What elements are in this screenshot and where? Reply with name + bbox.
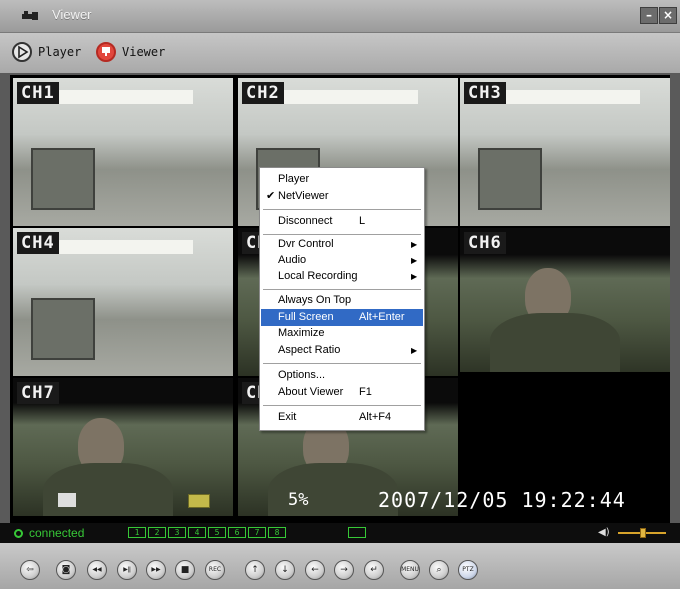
menu-separator <box>263 363 421 364</box>
connection-icon <box>14 529 23 538</box>
channel-select-2[interactable]: 2 <box>148 527 166 538</box>
osd-datetime: 2007/12/05 19:22:44 <box>378 488 626 512</box>
channel-label: CH7 <box>17 382 59 404</box>
snapshot-button[interactable]: ◙ <box>56 560 76 580</box>
channel-select-1[interactable]: 1 <box>128 527 146 538</box>
menu-item-label: Aspect Ratio <box>278 344 341 356</box>
rewind-button[interactable]: ◀◀ <box>87 560 107 580</box>
menu-item-netviewer[interactable]: ✔ NetViewer <box>261 188 423 205</box>
channel-label: CH3 <box>464 82 506 104</box>
menu-item-disconnect[interactable]: Disconnect L <box>261 213 423 230</box>
menu-item-aspect-ratio[interactable]: Aspect Ratio ▶ <box>261 342 423 359</box>
context-menu: Player ✔ NetViewer Disconnect L Dvr Cont… <box>259 167 425 431</box>
menu-separator <box>263 234 421 235</box>
menu-item-local-recording[interactable]: Local Recording ▶ <box>261 268 423 285</box>
menu-item-label: About Viewer <box>278 386 344 398</box>
channel-6-view[interactable]: CH6 <box>460 228 670 376</box>
ptz-left-button[interactable]: ← <box>305 560 325 580</box>
submenu-arrow-icon: ▶ <box>411 240 418 249</box>
enter-button[interactable]: ↵ <box>364 560 384 580</box>
search-button[interactable]: ⌕ <box>429 560 449 580</box>
channel-3-view[interactable]: CH3 <box>460 78 670 226</box>
camera-icon <box>58 493 76 507</box>
menu-item-label: Dvr Control <box>278 238 334 250</box>
viewer-window: Viewer – × Player Viewer CH1 CH2 CH3 CH4 <box>0 0 680 589</box>
player-mode-label: Player <box>38 45 82 59</box>
osd-overlay: 5% 2007/12/05 19:22:44 <box>10 488 670 516</box>
submenu-arrow-icon: ▶ <box>411 272 418 281</box>
title-bar[interactable]: Viewer – × <box>0 0 680 33</box>
ptz-up-button[interactable]: ↑ <box>245 560 265 580</box>
submenu-arrow-icon: ▶ <box>411 346 418 355</box>
connection-text: connected <box>29 526 85 540</box>
menu-item-shortcut: Alt+F4 <box>359 411 392 423</box>
menu-item-label: Always On Top <box>278 294 352 306</box>
stop-button[interactable]: ■ <box>175 560 195 580</box>
record-button[interactable]: REC <box>205 560 225 580</box>
fast-forward-button[interactable]: ▶▶ <box>146 560 166 580</box>
channel-label: CH1 <box>17 82 59 104</box>
volume-slider-handle[interactable] <box>640 528 646 538</box>
menu-separator <box>263 209 421 210</box>
menu-item-label: Maximize <box>278 327 325 339</box>
playback-controls: ⇦ ◙ ◀◀ ▶ǁ ▶▶ ■ REC ↑ ↓ ← → ↵ MENU ⌕ PTZ <box>0 543 680 589</box>
menu-item-dvr-control[interactable]: Dvr Control ▶ <box>261 236 423 253</box>
menu-item-label: Audio <box>278 254 307 266</box>
channel-select-buttons: 1 2 3 4 5 6 7 8 <box>128 527 286 538</box>
viewer-mode-label: Viewer <box>122 45 166 59</box>
player-mode-icon <box>12 42 32 62</box>
menu-item-shortcut: Alt+Enter <box>359 311 405 323</box>
app-logo-icon <box>22 11 38 20</box>
connection-status: connected <box>14 526 84 540</box>
speaker-icon[interactable]: ◀) <box>598 527 610 538</box>
menu-item-always-on-top[interactable]: Always On Top <box>261 292 423 309</box>
network-icon[interactable] <box>348 527 366 538</box>
channel-select-7[interactable]: 7 <box>248 527 266 538</box>
mode-bar: Player Viewer <box>0 33 680 73</box>
menu-item-full-screen[interactable]: Full Screen Alt+Enter <box>261 309 423 326</box>
checkmark-icon: ✔ <box>266 190 276 202</box>
menu-item-audio[interactable]: Audio ▶ <box>261 252 423 269</box>
menu-button[interactable]: MENU <box>400 560 420 580</box>
menu-separator <box>263 289 421 290</box>
menu-item-label: Exit <box>278 411 297 423</box>
channel-select-6[interactable]: 6 <box>228 527 246 538</box>
menu-separator <box>263 405 421 406</box>
viewer-mode-icon <box>96 42 116 62</box>
ptz-right-button[interactable]: → <box>334 560 354 580</box>
ptz-down-button[interactable]: ↓ <box>275 560 295 580</box>
channel-label: CH6 <box>464 232 506 254</box>
menu-item-label: Full Screen <box>278 311 334 323</box>
play-pause-button[interactable]: ▶ǁ <box>117 560 137 580</box>
back-button[interactable]: ⇦ <box>20 560 40 580</box>
channel-select-3[interactable]: 3 <box>168 527 186 538</box>
channel-select-5[interactable]: 5 <box>208 527 226 538</box>
minimize-button[interactable]: – <box>640 7 658 24</box>
channel-1-view[interactable]: CH1 <box>13 78 233 226</box>
submenu-arrow-icon: ▶ <box>411 256 418 265</box>
channel-select-4[interactable]: 4 <box>188 527 206 538</box>
close-button[interactable]: × <box>659 7 677 24</box>
menu-item-shortcut: F1 <box>359 386 372 398</box>
menu-item-label: Player <box>278 173 310 185</box>
menu-item-about-viewer[interactable]: About Viewer F1 <box>261 384 423 401</box>
status-bar: connected 1 2 3 4 5 6 7 8 ◀) <box>0 523 680 543</box>
menu-item-player[interactable]: Player <box>261 171 423 188</box>
menu-item-label: NetViewer <box>278 190 329 202</box>
menu-item-label: Disconnect <box>278 215 333 227</box>
menu-item-options[interactable]: Options... <box>261 367 423 384</box>
channel-4-view[interactable]: CH4 <box>13 228 233 376</box>
menu-item-shortcut: L <box>359 215 366 227</box>
osd-percent: 5% <box>288 490 309 510</box>
ptz-button[interactable]: PTZ <box>458 560 478 580</box>
menu-item-maximize[interactable]: Maximize <box>261 325 423 342</box>
menu-item-label: Local Recording <box>278 270 358 282</box>
recording-indicator-icon <box>188 494 210 508</box>
menu-item-exit[interactable]: Exit Alt+F4 <box>261 409 423 426</box>
channel-select-8[interactable]: 8 <box>268 527 286 538</box>
channel-label: CH4 <box>17 232 59 254</box>
channel-label: CH2 <box>242 82 284 104</box>
menu-item-label: Options... <box>278 369 326 381</box>
window-title: Viewer <box>52 7 92 22</box>
